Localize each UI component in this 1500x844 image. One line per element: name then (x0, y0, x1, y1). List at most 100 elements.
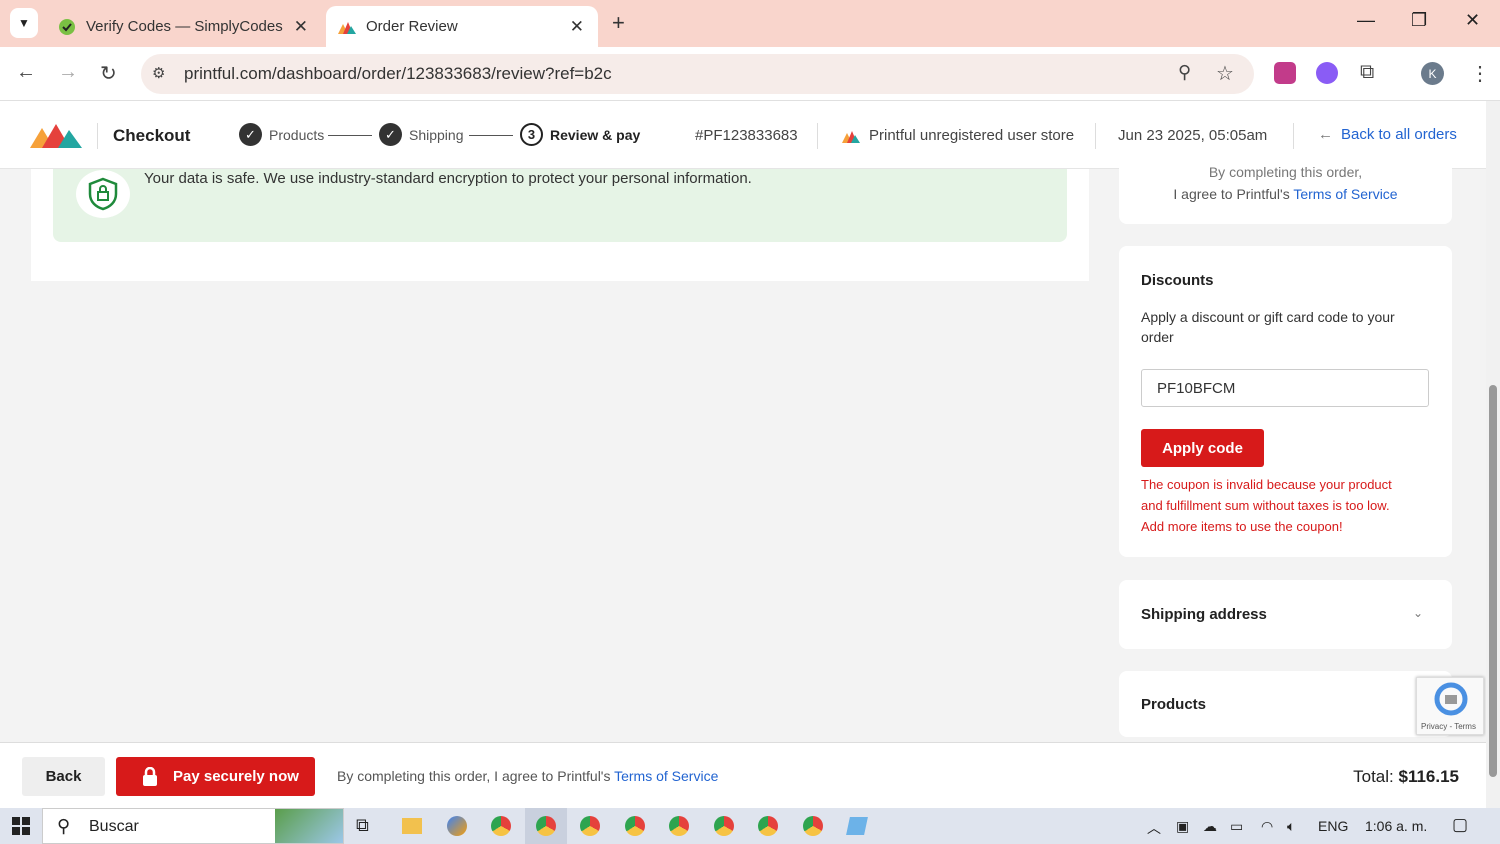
review-card: Your data is safe. We use industry-stand… (31, 169, 1089, 281)
battery-icon[interactable]: ▭ (1230, 818, 1243, 835)
apply-code-button[interactable]: Apply code (1141, 429, 1264, 467)
close-window-icon[interactable]: ✕ (1465, 10, 1480, 31)
shield-lock-icon (76, 170, 130, 218)
bookmark-star-icon[interactable]: ☆ (1216, 61, 1234, 86)
discounts-card: Discounts Apply a discount or gift card … (1119, 246, 1452, 557)
products-section[interactable]: Products (1119, 671, 1452, 737)
tab-title: Verify Codes — SimplyCodes (86, 18, 283, 35)
terms-of-service-link[interactable]: Terms of Service (1293, 186, 1397, 202)
zoom-icon[interactable]: ⚲ (1178, 62, 1191, 83)
back-to-orders-link[interactable]: ← Back to all orders (1318, 126, 1457, 143)
arrow-left-icon: ← (1318, 126, 1333, 143)
order-id: #PF123833683 (695, 127, 798, 144)
tab-verify-codes[interactable]: Verify Codes — SimplyCodes ✕ (46, 6, 322, 47)
device-icon[interactable]: ▣ (1176, 818, 1189, 835)
minimize-icon[interactable]: — (1357, 10, 1375, 31)
tab-search-chevron-icon[interactable]: ▼ (10, 8, 38, 38)
wifi-icon[interactable]: ◠ (1261, 818, 1273, 835)
search-placeholder: Buscar (89, 818, 139, 835)
check-icon: ✓ (239, 123, 262, 146)
chrome-icon[interactable] (758, 816, 778, 836)
security-text: Your data is safe. We use industry-stand… (144, 170, 752, 187)
tos-line1: By completing this order, (1208, 164, 1363, 180)
step-review-pay: 3 Review & pay (520, 123, 640, 146)
restore-icon[interactable]: ❐ (1411, 10, 1427, 31)
clock[interactable]: 1:06 a. m. (1365, 818, 1427, 834)
browser-nav-bar: ← → ↻ ⚙ printful.com/dashboard/order/123… (0, 47, 1500, 101)
divider (1095, 123, 1096, 149)
volume-icon[interactable]: 🔈︎ (1287, 818, 1295, 835)
new-tab-icon[interactable]: + (612, 10, 625, 36)
simplycodes-extension-icon[interactable] (1316, 62, 1338, 84)
pay-securely-button[interactable]: Pay securely now (116, 757, 315, 796)
step-label: Shipping (409, 126, 464, 143)
search-highlight-image (275, 809, 343, 843)
coupon-error-message: The coupon is invalid because your produ… (1141, 477, 1392, 534)
security-banner: Your data is safe. We use industry-stand… (53, 169, 1067, 242)
file-explorer-icon[interactable] (402, 818, 422, 834)
notifications-icon[interactable]: ▢ (1452, 815, 1468, 835)
url-text: printful.com/dashboard/order/123833683/r… (184, 64, 612, 83)
chrome-icon[interactable] (491, 816, 511, 836)
step-connector (469, 135, 513, 136)
step-shipping[interactable]: ✓ Shipping (379, 123, 464, 146)
close-tab-icon[interactable]: ✕ (570, 17, 584, 37)
show-hidden-icons[interactable]: ︿ (1147, 818, 1161, 838)
windows-taskbar: ⚲ Buscar ⧉ ︿ ▣ ☁ ▭ ◠ 🔈︎ ENG 1:06 a. m. ▢ (0, 808, 1500, 844)
tos-line2: I agree to Printful's Terms of Service (1173, 186, 1398, 202)
store-printful-icon (842, 129, 860, 148)
back-button[interactable]: Back (22, 757, 105, 796)
browser-tab-bar: ▼ Verify Codes — SimplyCodes ✕ Order Rev… (0, 0, 1500, 47)
onedrive-icon[interactable]: ☁ (1203, 818, 1217, 835)
chrome-icon[interactable] (625, 816, 645, 836)
copilot-icon[interactable] (447, 816, 467, 836)
chrome-icon[interactable] (714, 816, 734, 836)
forward-arrow-icon[interactable]: → (58, 61, 78, 84)
check-icon: ✓ (379, 123, 402, 146)
lock-icon (143, 767, 157, 786)
extensions-puzzle-icon[interactable]: ⧉ (1360, 61, 1374, 84)
step-label: Products (269, 126, 325, 143)
page-title: Checkout (113, 126, 191, 145)
site-settings-icon[interactable]: ⚙ (152, 64, 165, 82)
checkout-footer: Back Pay securely now By completing this… (0, 742, 1486, 808)
profile-avatar[interactable]: K (1421, 62, 1444, 85)
task-view-icon[interactable]: ⧉ (356, 815, 369, 836)
chrome-icon[interactable] (803, 816, 823, 836)
terms-of-service-link[interactable]: Terms of Service (614, 768, 718, 784)
printful-logo[interactable] (30, 124, 82, 153)
step-number: 3 (520, 123, 543, 146)
footer-terms: By completing this order, I agree to Pri… (337, 768, 719, 784)
tab-title: Order Review (366, 18, 458, 35)
taskbar-search[interactable]: ⚲ Buscar (42, 808, 344, 844)
close-tab-icon[interactable]: ✕ (294, 17, 308, 37)
back-arrow-icon[interactable]: ← (16, 61, 36, 84)
tab-order-review[interactable]: Order Review ✕ (326, 6, 598, 47)
chrome-icon[interactable] (536, 816, 556, 836)
terms-card: By completing this order, I agree to Pri… (1119, 160, 1452, 224)
discount-code-input[interactable] (1141, 369, 1429, 407)
shipping-address-section[interactable]: Shipping address ⌄ (1119, 580, 1452, 649)
chrome-icon[interactable] (669, 816, 689, 836)
chevron-down-icon[interactable]: ⌄ (1413, 606, 1423, 620)
step-products[interactable]: ✓ Products (239, 123, 324, 146)
chrome-icon[interactable] (580, 816, 600, 836)
windows-start-icon[interactable] (12, 817, 30, 840)
discounts-description: Apply a discount or gift card code to yo… (1141, 309, 1395, 345)
logo-divider (97, 123, 98, 149)
ublock-extension-icon[interactable] (1274, 62, 1296, 84)
reload-icon[interactable]: ↻ (100, 61, 117, 86)
menu-dots-icon[interactable]: ⋮ (1470, 61, 1490, 86)
scrollbar-thumb[interactable] (1489, 385, 1497, 777)
order-date: Jun 23 2025, 05:05am (1118, 127, 1268, 144)
language-indicator[interactable]: ENG (1318, 818, 1348, 834)
divider (817, 123, 818, 149)
shipping-address-title: Shipping address (1141, 606, 1267, 623)
recaptcha-badge[interactable]: Privacy - Terms (1416, 677, 1484, 735)
page-scrollbar[interactable] (1486, 101, 1500, 808)
address-bar[interactable]: ⚙ printful.com/dashboard/order/123833683… (141, 54, 1254, 94)
notes-app-icon[interactable] (846, 817, 868, 835)
order-total: Total: $116.15 (1353, 767, 1459, 786)
products-title: Products (1141, 696, 1207, 713)
search-icon: ⚲ (57, 816, 71, 836)
